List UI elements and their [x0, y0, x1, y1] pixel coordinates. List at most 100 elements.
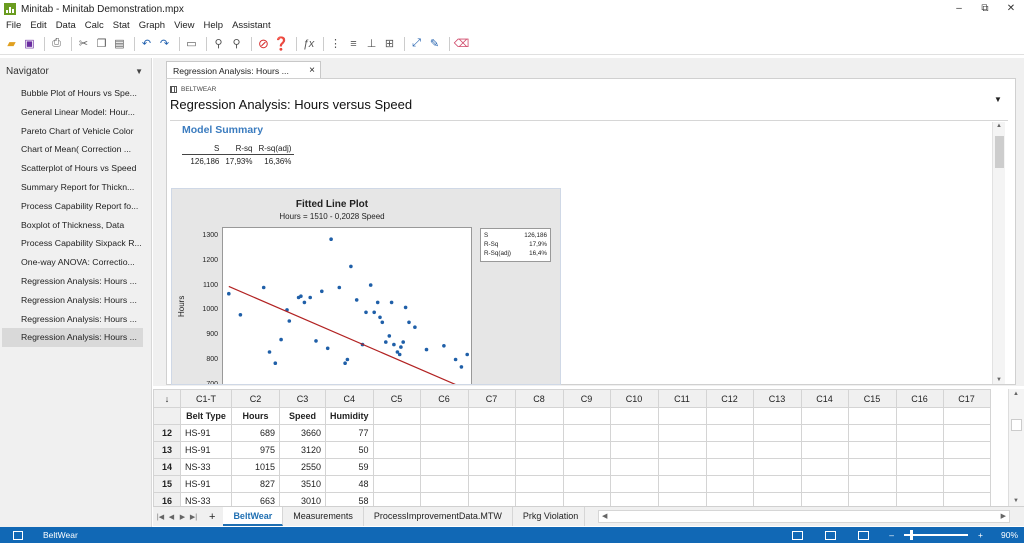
table-cell[interactable]	[372, 441, 421, 459]
graph-tools-icon[interactable]: ⤢	[409, 36, 424, 51]
find-next-icon[interactable]: ⚲	[229, 36, 244, 51]
chevron-down-icon[interactable]: ▼	[135, 67, 143, 76]
table-cell[interactable]: 3510	[279, 475, 326, 493]
table-cell[interactable]	[562, 424, 611, 442]
table-cell[interactable]	[895, 424, 944, 442]
column-name-cell[interactable]	[562, 407, 611, 425]
column-header[interactable]: C4	[325, 389, 374, 408]
navigator-item[interactable]: Chart of Mean( Correction ...	[2, 140, 143, 159]
column-name-cell[interactable]: Speed	[279, 407, 326, 425]
minimize-button[interactable]: –	[946, 0, 972, 18]
menu-stat[interactable]: Stat	[113, 20, 130, 31]
menu-file[interactable]: File	[6, 20, 21, 31]
column-header[interactable]: C8	[514, 389, 564, 408]
last-sheet-icon[interactable]: ▶|	[188, 513, 199, 521]
panel-toggle-icon[interactable]	[13, 530, 23, 540]
column-name-cell[interactable]	[467, 407, 516, 425]
navigator-item[interactable]: Scatterplot of Hours vs Speed	[2, 159, 143, 178]
table-cell[interactable]	[705, 458, 754, 476]
table-cell[interactable]	[847, 475, 897, 493]
table-cell[interactable]	[847, 424, 897, 442]
table-cell[interactable]	[419, 475, 469, 493]
table-cell[interactable]: 689	[231, 424, 280, 442]
column-name-cell[interactable]	[895, 407, 944, 425]
table-cell[interactable]	[800, 458, 849, 476]
table-cell[interactable]: 827	[231, 475, 280, 493]
column-header[interactable]: C3	[279, 389, 326, 408]
column-name-cell[interactable]	[705, 407, 754, 425]
column-name-cell[interactable]	[847, 407, 897, 425]
eraser-icon[interactable]: ⌫	[454, 36, 470, 51]
table-cell[interactable]	[657, 475, 707, 493]
paste-icon[interactable]: ▤	[112, 36, 127, 51]
table-cell[interactable]	[752, 441, 802, 459]
table-cell[interactable]: 77	[325, 424, 374, 442]
navigator-item[interactable]: Regression Analysis: Hours ...	[2, 328, 143, 348]
help-icon[interactable]: ❓	[273, 36, 289, 51]
cancel-icon[interactable]: ⊘	[256, 36, 271, 51]
menu-view[interactable]: View	[174, 20, 194, 31]
menu-help[interactable]: Help	[204, 20, 224, 31]
table-cell[interactable]: HS-91	[180, 475, 232, 493]
table-cell[interactable]	[847, 441, 897, 459]
table-cell[interactable]: 3660	[279, 424, 326, 442]
brush-icon[interactable]: ⊞	[382, 36, 397, 51]
navigator-item[interactable]: Process Capability Sixpack R...	[2, 234, 143, 253]
table-cell[interactable]	[942, 458, 991, 476]
table-cell[interactable]	[800, 424, 849, 442]
column-header[interactable]: C10	[609, 389, 659, 408]
table-cell[interactable]	[514, 475, 564, 493]
navigator-item[interactable]: Regression Analysis: Hours ...	[2, 272, 143, 291]
table-cell[interactable]	[752, 424, 802, 442]
table-cell[interactable]	[705, 424, 754, 442]
zoom-in-button[interactable]: +	[978, 530, 983, 540]
find-icon[interactable]: ⚲	[211, 36, 226, 51]
navigator-item[interactable]: Process Capability Report fo...	[2, 197, 143, 216]
table-cell[interactable]	[562, 441, 611, 459]
table-cell[interactable]	[895, 441, 944, 459]
table-cell[interactable]: 2550	[279, 458, 326, 476]
formula-icon[interactable]: ƒx	[301, 36, 316, 51]
column-name-cell[interactable]	[372, 407, 421, 425]
sheet-tab-measurements[interactable]: Measurements	[283, 507, 364, 526]
close-button[interactable]: ✕	[998, 0, 1024, 18]
column-header[interactable]: C6	[419, 389, 469, 408]
column-name-cell[interactable]	[752, 407, 802, 425]
menu-data[interactable]: Data	[56, 20, 76, 31]
sheet-tab-beltwear[interactable]: BeltWear	[223, 507, 284, 526]
redo-icon[interactable]: ↷	[157, 36, 172, 51]
undo-icon[interactable]: ↶	[139, 36, 154, 51]
row-icon[interactable]: ≡	[346, 36, 361, 51]
row-direction-icon[interactable]: ↓	[153, 389, 181, 408]
table-cell[interactable]	[562, 458, 611, 476]
sheet-tab-processimprovement[interactable]: ProcessImprovementData.MTW	[364, 507, 513, 526]
window-icon[interactable]: ▭	[184, 36, 199, 51]
table-cell[interactable]	[467, 475, 516, 493]
table-cell[interactable]	[657, 424, 707, 442]
navigator-item[interactable]: Regression Analysis: Hours ...	[2, 310, 143, 329]
table-cell[interactable]	[942, 441, 991, 459]
table-cell[interactable]: HS-91	[180, 424, 232, 442]
row-number[interactable]: 12	[153, 424, 181, 442]
table-cell[interactable]	[372, 475, 421, 493]
table-cell[interactable]: 3120	[279, 441, 326, 459]
table-cell[interactable]: 1015	[231, 458, 280, 476]
menu-edit[interactable]: Edit	[30, 20, 46, 31]
table-cell[interactable]: 59	[325, 458, 374, 476]
column-name-cell[interactable]: Humidity	[325, 407, 374, 425]
grid-view-icon[interactable]	[825, 530, 837, 540]
column-name-cell[interactable]	[942, 407, 991, 425]
table-cell[interactable]: NS-33	[180, 458, 232, 476]
column-name-cell[interactable]	[419, 407, 469, 425]
row-number[interactable]: 13	[153, 441, 181, 459]
menu-assistant[interactable]: Assistant	[232, 20, 271, 31]
table-cell[interactable]	[372, 458, 421, 476]
table-cell[interactable]	[657, 441, 707, 459]
menu-graph[interactable]: Graph	[139, 20, 165, 31]
table-cell[interactable]	[514, 424, 564, 442]
column-header[interactable]: C12	[705, 389, 754, 408]
restore-button[interactable]: ⧉	[972, 0, 998, 18]
table-cell[interactable]	[514, 441, 564, 459]
prev-sheet-icon[interactable]: ◀	[166, 513, 177, 521]
zoom-slider[interactable]	[904, 530, 969, 540]
